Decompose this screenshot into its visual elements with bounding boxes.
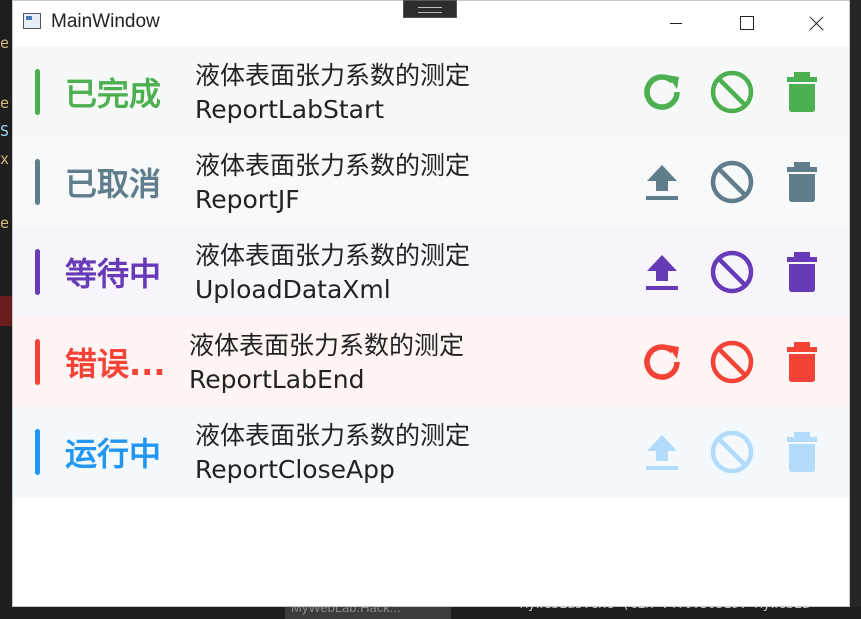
task-row: 错误... 液体表面张力系数的测定 ReportLabEnd (13, 317, 849, 407)
status-indicator-bar (35, 69, 40, 115)
window-title: MainWindow (51, 11, 160, 32)
retry-icon[interactable] (637, 67, 687, 117)
status-label: 错误... (65, 345, 166, 383)
experiment-name: 液体表面张力系数的测定 (195, 241, 471, 270)
cancel-icon[interactable] (707, 157, 757, 207)
task-name: ReportJF (195, 185, 300, 214)
status-indicator-bar (35, 339, 40, 385)
minimize-button[interactable] (653, 1, 699, 45)
delete-icon[interactable] (777, 337, 827, 387)
task-name: ReportLabEnd (189, 365, 365, 394)
cancel-icon[interactable] (707, 337, 757, 387)
task-name: UploadDataXml (195, 275, 391, 304)
status-label: 运行中 (65, 435, 162, 473)
delete-icon[interactable] (777, 427, 827, 477)
status-indicator-bar (35, 249, 40, 295)
task-row: 等待中 液体表面张力系数的测定 UploadDataXml (13, 227, 849, 317)
background-error-marker (0, 296, 12, 326)
app-icon (23, 13, 41, 29)
background-glyph: x (0, 150, 10, 168)
cancel-icon[interactable] (707, 427, 757, 477)
status-indicator-bar (35, 159, 40, 205)
experiment-name: 液体表面张力系数的测定 (189, 331, 465, 360)
background-ide-right (850, 0, 861, 619)
background-glyph: S (0, 122, 10, 140)
experiment-name: 液体表面张力系数的测定 (195, 421, 471, 450)
cancel-icon[interactable] (707, 67, 757, 117)
status-label: 等待中 (65, 255, 162, 293)
status-label: 已取消 (65, 165, 162, 203)
cancel-icon[interactable] (707, 247, 757, 297)
task-row: 已完成 液体表面张力系数的测定 ReportLabStart (13, 47, 849, 137)
background-glyph: e (0, 214, 10, 232)
delete-icon[interactable] (777, 247, 827, 297)
background-glyph: e (0, 94, 10, 112)
task-name: ReportLabStart (195, 95, 385, 124)
drag-grip-icon[interactable] (403, 0, 457, 18)
task-row: 已取消 液体表面张力系数的测定 ReportJF (13, 137, 849, 227)
task-row: 运行中 液体表面张力系数的测定 ReportCloseApp (13, 407, 849, 497)
delete-icon[interactable] (777, 67, 827, 117)
background-glyph: e (0, 34, 10, 52)
status-indicator-bar (35, 429, 40, 475)
maximize-button[interactable] (723, 1, 769, 45)
retry-icon[interactable] (637, 337, 687, 387)
delete-icon[interactable] (777, 157, 827, 207)
experiment-name: 液体表面张力系数的测定 (195, 61, 471, 90)
upload-icon[interactable] (637, 247, 687, 297)
experiment-name: 液体表面张力系数的测定 (195, 151, 471, 180)
main-window: MainWindow 已完成 液体表面张力系数的测定 ReportLabStart 已… (12, 0, 850, 607)
upload-icon[interactable] (637, 427, 687, 477)
close-button[interactable] (793, 1, 839, 45)
upload-icon[interactable] (637, 157, 687, 207)
status-label: 已完成 (65, 75, 162, 113)
task-name: ReportCloseApp (195, 455, 395, 484)
